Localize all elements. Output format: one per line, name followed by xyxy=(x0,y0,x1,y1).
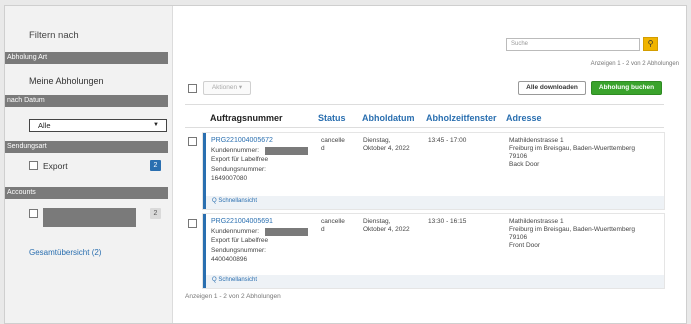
header-divider-top xyxy=(185,104,664,105)
results-count-bottom: Anzeigen 1 - 2 von 2 Abholungen xyxy=(185,293,281,300)
section-nach-datum: nach Datum xyxy=(5,95,168,107)
header-divider-bottom xyxy=(185,127,664,128)
customer-number-label: Kundennummer: xyxy=(211,228,260,235)
card-footer: Q Schnellansicht xyxy=(206,196,664,209)
address-street: Mathildenstrasse 1 xyxy=(509,137,564,144)
chevron-down-icon: ▼ xyxy=(153,122,159,128)
row-checkbox[interactable] xyxy=(188,219,197,228)
order-number-link[interactable]: PRG221004005691 xyxy=(211,218,273,226)
section-abholung-art: Abholung Art xyxy=(5,52,168,64)
pickup-date: Oktober 4, 2022 xyxy=(363,226,410,233)
address-note: Back Door xyxy=(509,161,540,168)
status-text-wrap: d xyxy=(321,226,325,233)
status-text: cancelle xyxy=(321,137,345,144)
filter-title: Filtern nach xyxy=(29,30,79,41)
search-button[interactable]: ⚲ xyxy=(643,37,658,51)
header-status[interactable]: Status xyxy=(318,113,346,123)
summary-link[interactable]: Gesamtübersicht (2) xyxy=(29,248,101,257)
shipment-number: 1649007080 xyxy=(211,175,248,182)
pickup-window: 13:45 - 17:00 xyxy=(428,137,467,144)
select-all-checkbox[interactable] xyxy=(188,84,197,93)
row-checkbox[interactable] xyxy=(188,137,197,146)
export-label: Export xyxy=(43,161,68,171)
pickup-window: 13:30 - 16:15 xyxy=(428,218,467,225)
pickup-date: Oktober 4, 2022 xyxy=(363,145,410,152)
address-zip: 79106 xyxy=(509,234,528,241)
address-city: Freiburg im Breisgau, Baden-Wuerttemberg xyxy=(509,145,635,152)
shipment-number: 4400400896 xyxy=(211,256,248,263)
card-footer: Q Schnellansicht xyxy=(206,275,664,288)
address-note: Front Door xyxy=(509,242,541,249)
actions-dropdown[interactable]: Aktionen ▾ xyxy=(203,81,251,95)
redacted-account-name xyxy=(43,208,136,227)
export-count-badge: 2 xyxy=(150,160,161,171)
header-address[interactable]: Adresse xyxy=(506,113,542,123)
search-input[interactable]: Suche xyxy=(506,38,640,51)
redacted-customer-number xyxy=(265,228,308,236)
export-checkbox[interactable] xyxy=(29,161,38,170)
customer-number-label: Kundennummer: xyxy=(211,147,260,154)
download-all-button[interactable]: Alle downloaden xyxy=(518,81,586,95)
results-count-top: Anzeigen 1 - 2 von 2 Abholungen xyxy=(590,61,679,67)
quick-view-link[interactable]: Q Schnellansicht xyxy=(212,277,257,283)
status-text: cancelle xyxy=(321,218,345,225)
shipment-number-label: Sendungsnummer: xyxy=(211,166,266,173)
pickup-card: PRG221004005691 Kundennummer: Export für… xyxy=(203,214,664,288)
address-zip: 79106 xyxy=(509,153,528,160)
search-icon: ⚲ xyxy=(647,39,654,48)
header-pickup-window[interactable]: Abholzeitfenster xyxy=(426,113,497,123)
date-filter-value: Alle xyxy=(38,121,51,130)
status-text-wrap: d xyxy=(321,145,325,152)
filter-sidebar: Filtern nach Abholung Art Meine Abholung… xyxy=(5,6,173,323)
pickup-card: PRG221004005672 Kundennummer: Export für… xyxy=(203,133,664,209)
shipment-number-label: Sendungsnummer: xyxy=(211,247,266,254)
header-pickup-date[interactable]: Abholdatum xyxy=(362,113,415,123)
redacted-customer-number xyxy=(265,147,308,155)
export-type-text: Export für Labelfree xyxy=(211,237,269,244)
app-frame: Filtern nach Abholung Art Meine Abholung… xyxy=(4,5,687,324)
my-pickups-link[interactable]: Meine Abholungen xyxy=(29,76,104,86)
header-order-number: Auftragsnummer xyxy=(210,113,283,123)
section-accounts: Accounts xyxy=(5,187,168,199)
address-city: Freiburg im Breisgau, Baden-Wuerttemberg xyxy=(509,226,635,233)
export-type-text: Export für Labelfree xyxy=(211,156,269,163)
section-sendungsart: Sendungsart xyxy=(5,141,168,153)
order-number-link[interactable]: PRG221004005672 xyxy=(211,137,273,145)
date-filter-select[interactable]: Alle ▼ xyxy=(29,119,167,132)
book-pickup-button[interactable]: Abholung buchen xyxy=(591,81,662,95)
quick-view-link[interactable]: Q Schnellansicht xyxy=(212,198,257,204)
address-street: Mathildenstrasse 1 xyxy=(509,218,564,225)
account-count-badge: 2 xyxy=(150,208,161,219)
account-checkbox[interactable] xyxy=(29,209,38,218)
pickup-day: Dienstag, xyxy=(363,218,391,225)
pickup-day: Dienstag, xyxy=(363,137,391,144)
